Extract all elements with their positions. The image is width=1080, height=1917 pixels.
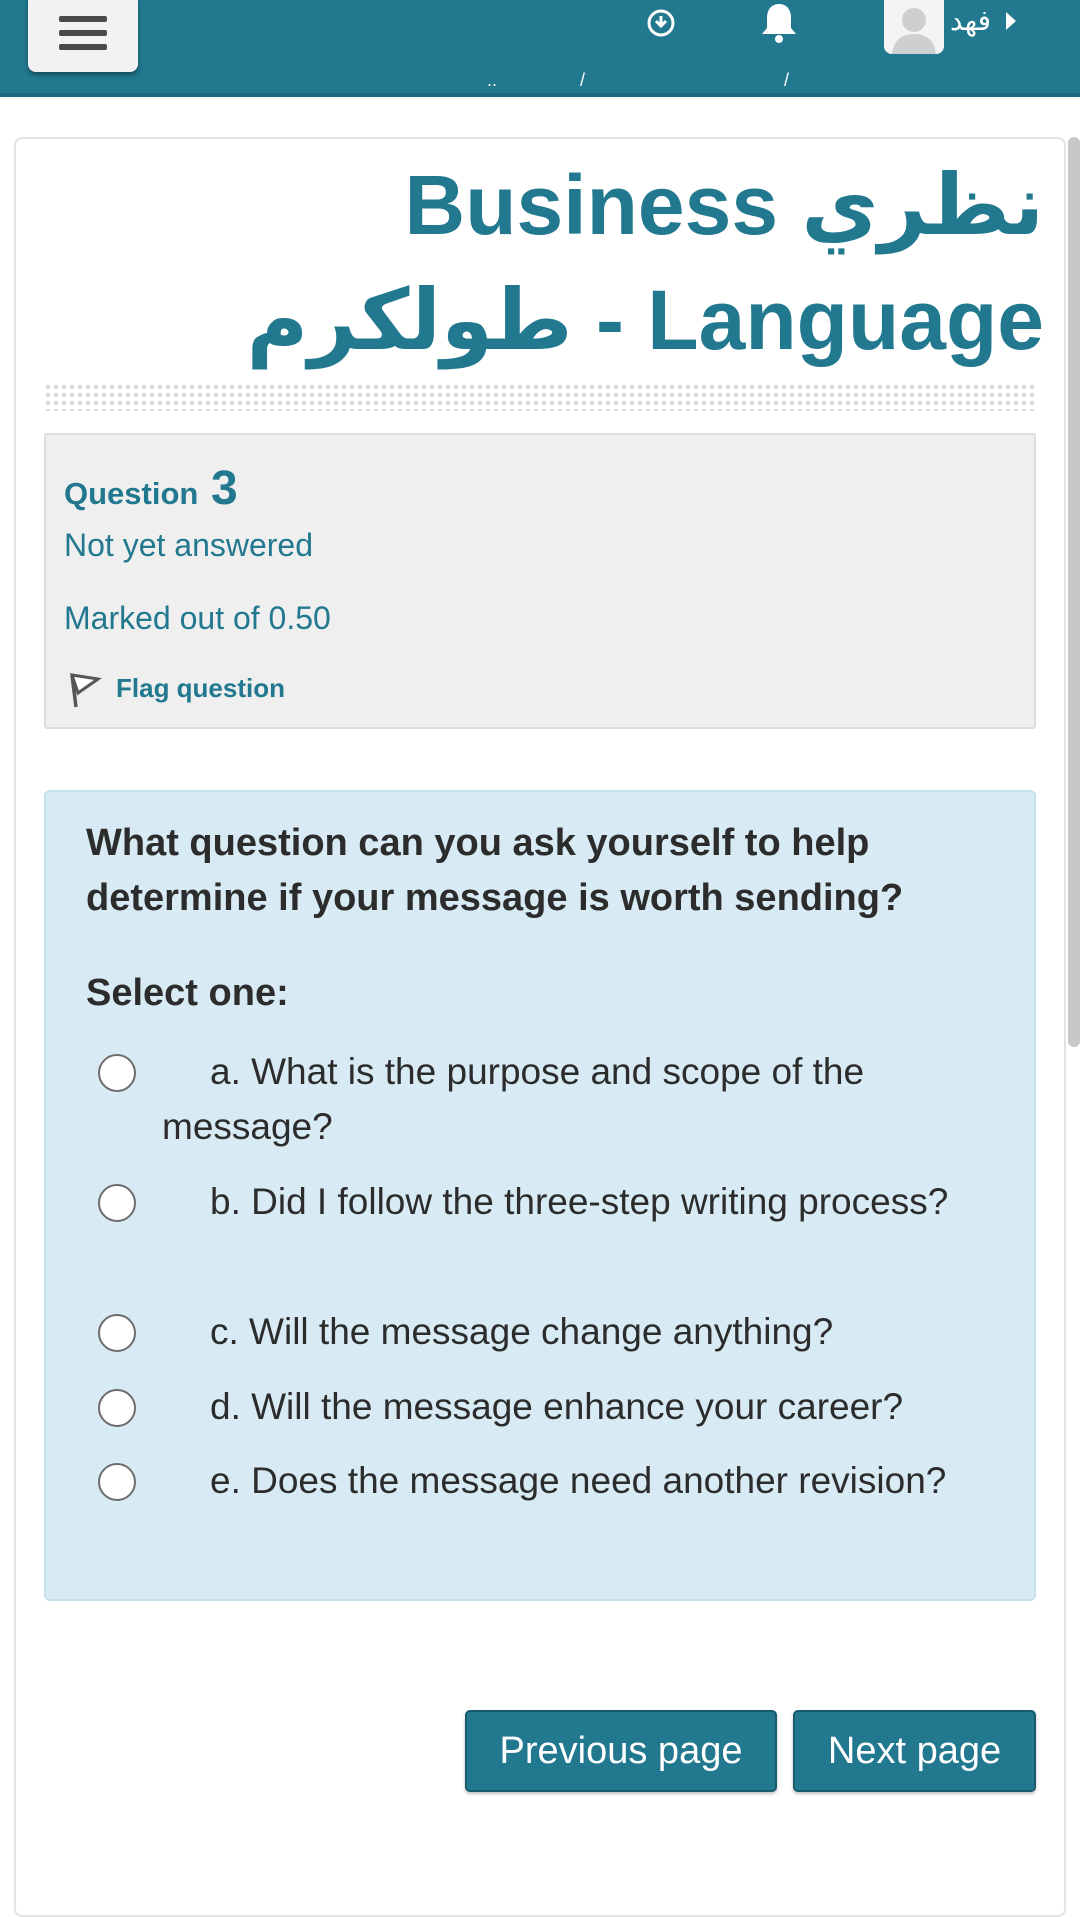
question-state: Not yet answered [64, 527, 314, 563]
radio-button[interactable] [98, 1314, 136, 1352]
radio-button[interactable] [98, 1463, 136, 1501]
hamburger-menu-icon[interactable] [28, 0, 138, 72]
answer-option-label[interactable]: e. Does the message need another revisio… [162, 1453, 982, 1508]
radio-button[interactable] [98, 1389, 136, 1427]
bell-icon[interactable] [756, 0, 802, 46]
nav-sub-mark: .. [487, 70, 498, 90]
avatar[interactable] [884, 0, 944, 54]
user-silhouette-icon [884, 0, 944, 54]
top-navbar: فهد .. / / [0, 0, 1080, 97]
question-grade: Marked out of 0.50 [64, 600, 331, 636]
question-number: 3 [210, 462, 238, 515]
flag-icon[interactable] [66, 671, 102, 709]
answer-option-label[interactable]: b. Did I follow the three-step writing p… [162, 1174, 982, 1229]
question-info-box: Question 3 Not yet answered Marked out o… [44, 433, 1036, 729]
dotted-separator [44, 383, 1036, 411]
flag-question-link[interactable]: Flag question [116, 673, 285, 704]
question-label-text: Question [64, 476, 199, 511]
question-label: Question 3 [64, 461, 238, 516]
download-circle-icon[interactable] [646, 8, 676, 38]
answer-option-label[interactable]: c. Will the message change anything? [162, 1304, 982, 1359]
question-text: What question can you ask yourself to he… [86, 822, 904, 919]
radio-button[interactable] [98, 1184, 136, 1222]
nav-sub-mark: / [784, 70, 790, 90]
user-name[interactable]: فهد [950, 4, 991, 37]
nav-sub-mark: / [580, 70, 586, 90]
caret-right-icon[interactable] [1004, 10, 1018, 32]
next-page-button[interactable]: Next page [793, 1710, 1036, 1792]
page-title: نظري Business Language - طولكرم [246, 158, 1044, 367]
answer-option-label[interactable]: d. Will the message enhance your career? [162, 1379, 982, 1434]
scrollbar[interactable] [1068, 137, 1080, 1047]
select-one-label: Select one: [86, 972, 289, 1014]
question-content: What question can you ask yourself to he… [44, 790, 1036, 1601]
previous-page-button[interactable]: Previous page [465, 1710, 777, 1792]
answer-option-label[interactable]: a. What is the purpose and scope of the … [162, 1044, 982, 1154]
radio-button[interactable] [98, 1054, 136, 1092]
